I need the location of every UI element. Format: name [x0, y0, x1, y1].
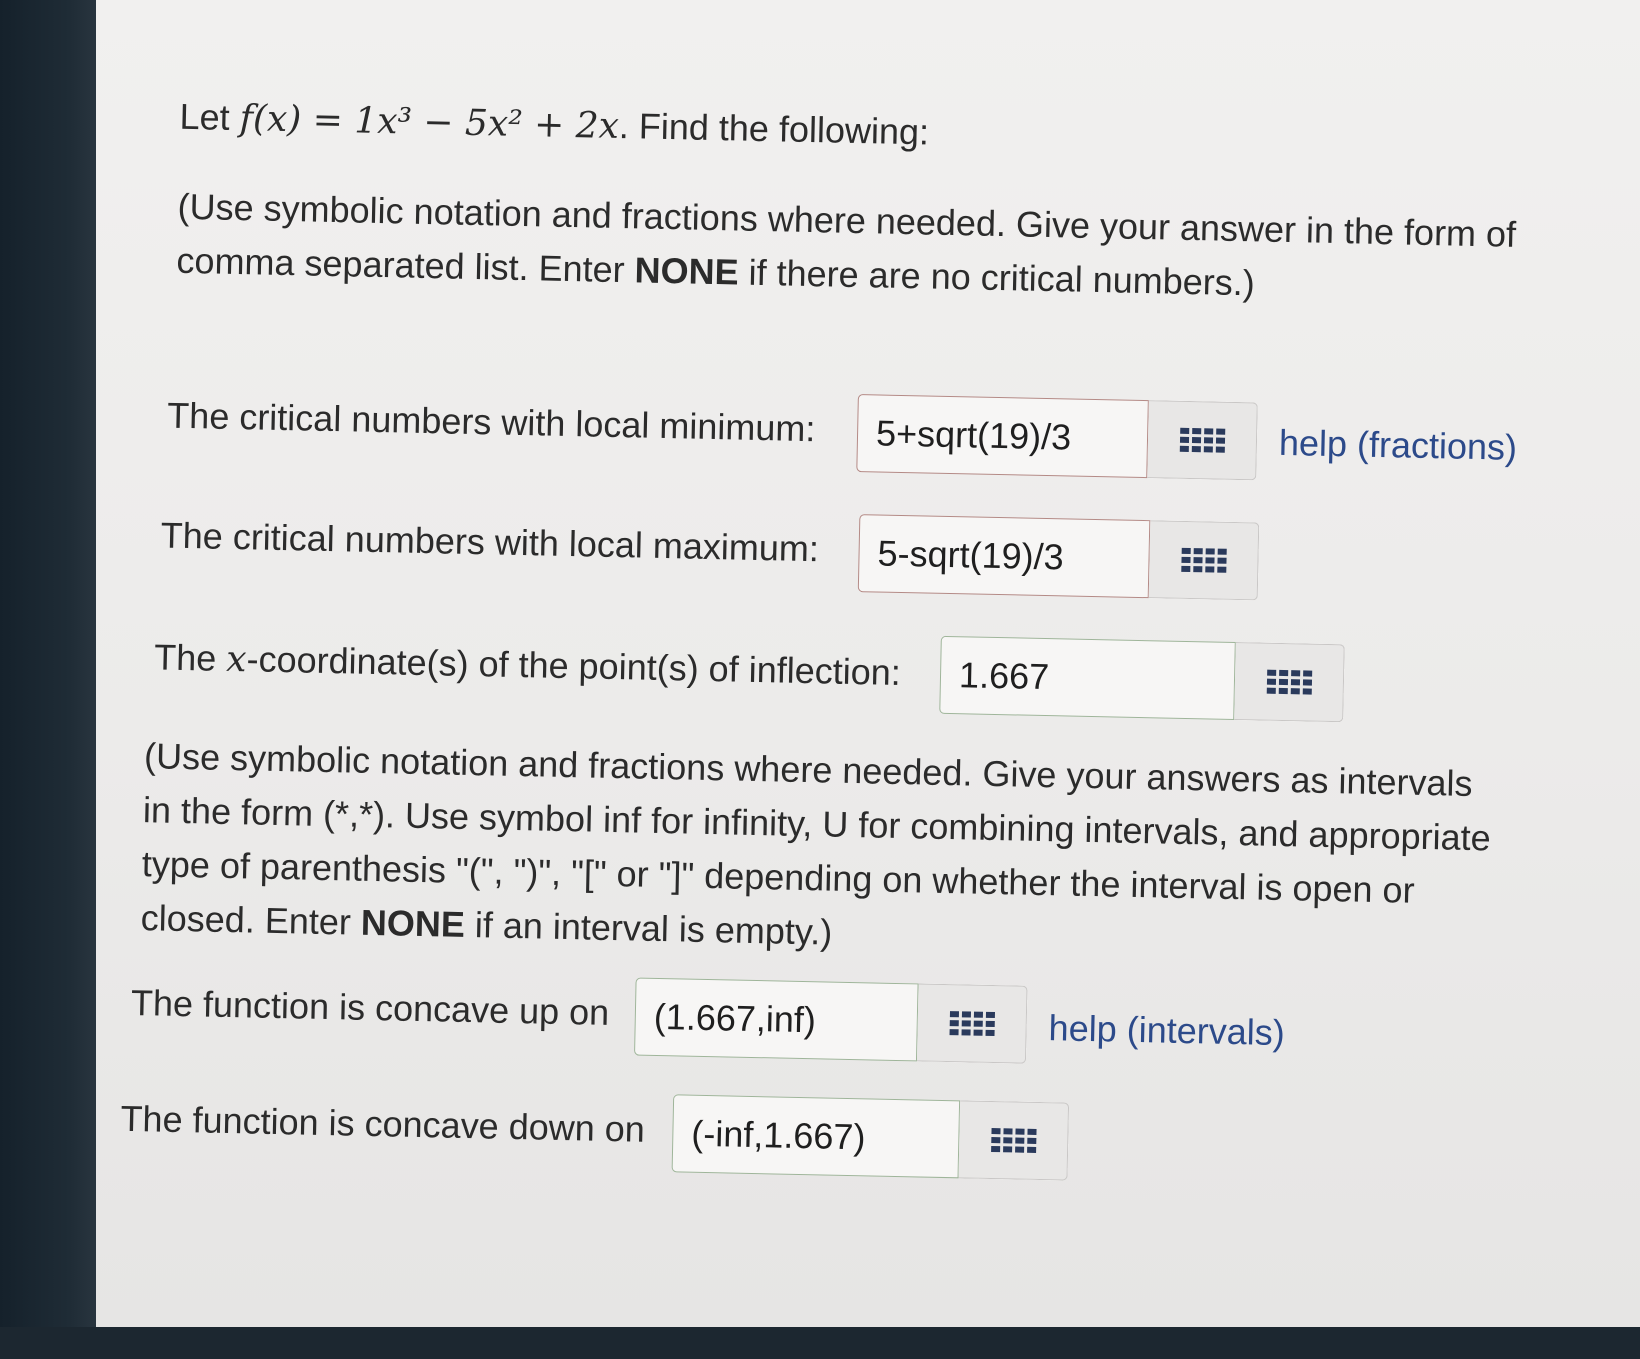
help-fractions-link[interactable]: help (fractions) — [1279, 421, 1518, 470]
keyboard-grid-icon — [1179, 427, 1225, 453]
keyboard-grid-icon — [1266, 669, 1312, 695]
concave-down-answer-field: (-inf,1.667) — [671, 1094, 1070, 1181]
keyboard-grid-icon — [990, 1127, 1037, 1153]
keyboard-grid-icon — [1180, 547, 1227, 573]
concave-up-label: The function is concave up on — [130, 981, 610, 1033]
keyboard-grid-icon — [949, 1011, 995, 1037]
local-max-label: The critical numbers with local maximum: — [160, 514, 820, 570]
local-max-answer-field: 5-sqrt(19)/3 — [857, 514, 1260, 601]
help-intervals-link[interactable]: help (intervals) — [1048, 1006, 1285, 1055]
local-max-keyboard-button[interactable] — [1148, 520, 1260, 601]
problem-statement: Let f(x) = 1x³ − 5x² + 2x. Find the foll… — [179, 95, 930, 153]
concave-down-keyboard-button[interactable] — [958, 1100, 1070, 1181]
concave-down-input[interactable]: (-inf,1.667) — [671, 1094, 961, 1179]
concave-up-answer-field: (1.667,inf) — [634, 977, 1028, 1064]
function-formula: f(x) = 1x³ − 5x² + 2x — [239, 98, 620, 147]
concave-up-input[interactable]: (1.667,inf) — [634, 977, 919, 1062]
inflection-input[interactable]: 1.667 — [939, 635, 1236, 720]
concave-up-keyboard-button[interactable] — [916, 983, 1028, 1064]
local-max-input[interactable]: 5-sqrt(19)/3 — [857, 514, 1151, 599]
inflection-answer-field: 1.667 — [939, 635, 1345, 723]
local-min-label: The critical numbers with local minimum: — [166, 394, 816, 450]
question-page: Let f(x) = 1x³ − 5x² + 2x. Find the foll… — [96, 0, 1640, 1327]
inflection-keyboard-button[interactable] — [1234, 642, 1345, 723]
instructions-intervals: (Use symbolic notation and fractions whe… — [140, 735, 1492, 953]
local-min-answer-field: 5+sqrt(19)/3 — [856, 394, 1258, 481]
concave-down-label: The function is concave down on — [120, 1097, 646, 1150]
local-min-keyboard-button[interactable] — [1147, 400, 1258, 481]
inflection-label: The x-coordinate(s) of the point(s) of i… — [153, 636, 902, 693]
local-min-input[interactable]: 5+sqrt(19)/3 — [856, 394, 1149, 479]
instructions-critical: (Use symbolic notation and fractions whe… — [176, 185, 1517, 304]
